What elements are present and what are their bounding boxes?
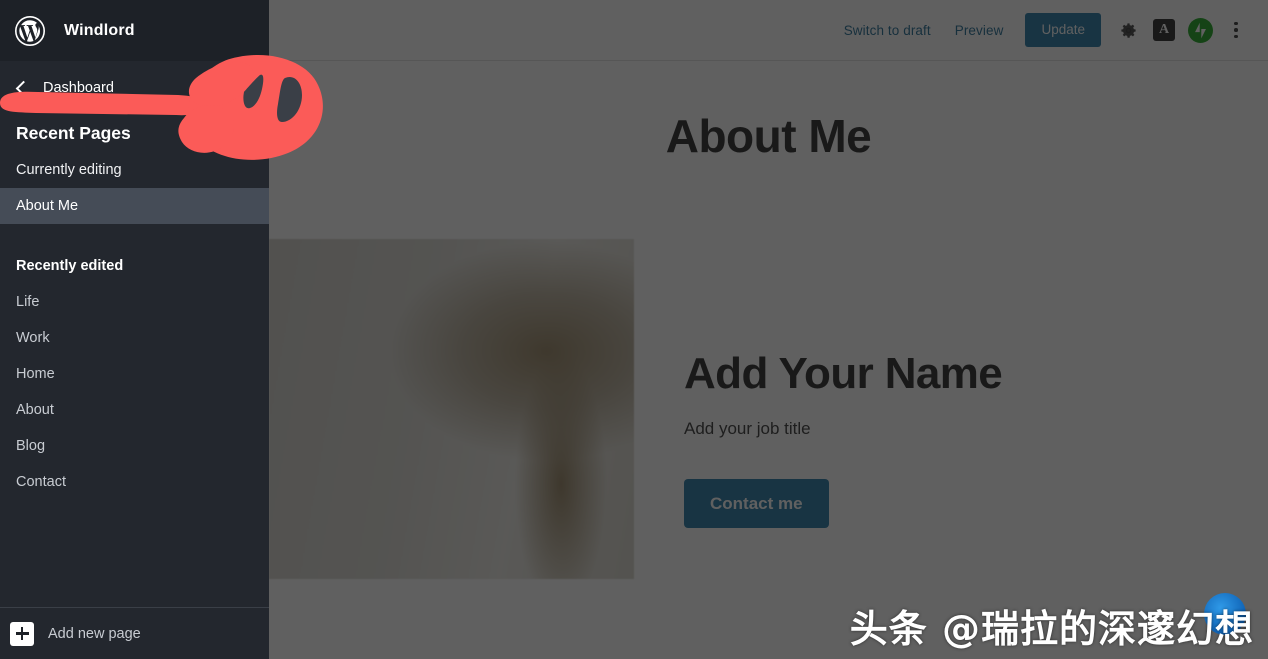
sidebar-item-dashboard[interactable]: Dashboard (0, 61, 269, 115)
contact-me-button[interactable]: Contact me (684, 479, 829, 528)
add-new-page-button[interactable]: Add new page (0, 607, 269, 659)
app-root: Switch to draft Preview Update A About M… (0, 0, 1268, 659)
currently-editing-label: Currently editing (16, 162, 122, 178)
sidebar-item-blog[interactable]: Blog (0, 428, 269, 464)
site-name-label: Windlord (64, 21, 135, 39)
toolbar-right-region: Switch to draft Preview Update A (832, 12, 1268, 48)
sidebar-header: Windlord (0, 0, 269, 61)
sidebar-item-life[interactable]: Life (0, 284, 269, 320)
chevron-left-icon (15, 80, 32, 96)
jetpack-icon (1187, 17, 1213, 43)
kebab-menu-icon (1234, 21, 1238, 39)
hero-text-column: Add Your Name Add your job title Contact… (634, 239, 1003, 528)
sidebar-item-work[interactable]: Work (0, 320, 269, 356)
hero-name-heading[interactable]: Add Your Name (684, 349, 1003, 399)
dashboard-label: Dashboard (43, 80, 114, 96)
a-badge-icon: A (1153, 19, 1175, 41)
recently-edited-heading: Recently edited (16, 258, 124, 274)
jetpack-button[interactable] (1182, 12, 1218, 48)
sidebar-item-contact[interactable]: Contact (0, 464, 269, 500)
a-badge-button[interactable]: A (1146, 12, 1182, 48)
hero-job-title[interactable]: Add your job title (684, 419, 1002, 439)
navigation-sidebar: Windlord Dashboard Recent Pages Currentl… (0, 0, 269, 659)
switch-to-draft-button[interactable]: Switch to draft (832, 15, 943, 46)
preview-button[interactable]: Preview (943, 15, 1016, 46)
sidebar-item-home[interactable]: Home (0, 356, 269, 392)
gear-icon (1120, 22, 1136, 38)
page-title: About Me (665, 110, 872, 162)
wordpress-logo-icon[interactable] (14, 15, 46, 47)
sidebar-item-about-me[interactable]: About Me (0, 188, 269, 224)
more-options-button[interactable] (1218, 12, 1254, 48)
add-new-page-label: Add new page (48, 625, 141, 642)
plus-icon (10, 621, 34, 646)
recent-pages-heading: Recent Pages (16, 123, 131, 143)
hero-image[interactable] (269, 239, 634, 579)
sidebar-item-about[interactable]: About (0, 392, 269, 428)
post-canvas: About Me Add Your Name Add your job titl… (269, 61, 1268, 659)
watermark-blue-circle-icon (1204, 593, 1246, 635)
update-button[interactable]: Update (1025, 13, 1101, 47)
hero-block: Add Your Name Add your job title Contact… (269, 239, 1268, 579)
settings-button[interactable] (1110, 12, 1146, 48)
